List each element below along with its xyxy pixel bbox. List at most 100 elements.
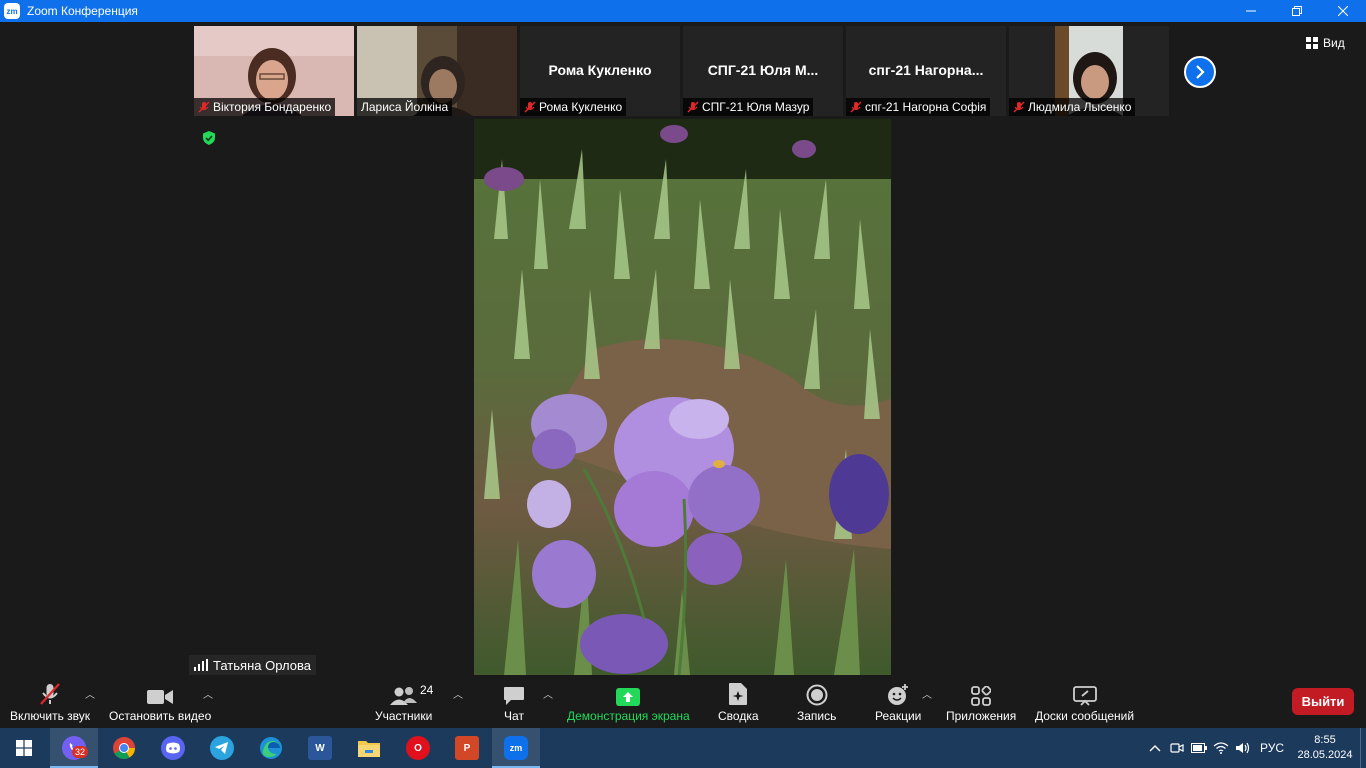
participant-tile[interactable]: спг-21 Нагорна... спг-21 Нагорна Софія <box>846 26 1006 116</box>
participant-tile[interactable]: СПГ-21 Юля М... СПГ-21 Юля Мазур <box>683 26 843 116</box>
chat-label: Чат <box>504 709 524 723</box>
window-title: Zoom Конференция <box>27 4 138 18</box>
unmute-button[interactable]: Включить звук <box>10 678 90 728</box>
chat-button[interactable]: Чат <box>503 678 525 728</box>
restore-icon <box>1292 6 1302 16</box>
record-button[interactable]: Запись <box>797 678 836 728</box>
telegram-icon <box>210 736 234 760</box>
windows-logo-icon <box>16 740 32 756</box>
record-label: Запись <box>797 709 837 723</box>
smiley-plus-icon <box>888 684 909 705</box>
reactions-options-caret-icon[interactable]: ︿ <box>922 686 932 701</box>
apps-label: Приложения <box>946 709 1017 723</box>
clock[interactable]: 8:55 28.05.2024 <box>1290 733 1360 763</box>
summary-icon <box>729 683 748 705</box>
battery-icon <box>1191 743 1207 753</box>
participant-label: Людмила Лысенко <box>1009 98 1136 116</box>
participant-tile[interactable]: Лариса Йолкіна <box>357 26 517 116</box>
share-screen-button[interactable]: Демонстрация экрана <box>567 678 690 728</box>
participants-icon <box>389 687 417 705</box>
participant-display-name: спг-21 Нагорна... <box>868 62 984 78</box>
system-tray: РУС 8:55 28.05.2024 <box>1144 728 1366 768</box>
muted-mic-icon <box>1013 101 1025 113</box>
muted-mic-icon <box>850 101 862 113</box>
taskbar-discord[interactable] <box>149 728 197 768</box>
speaker-icon <box>1236 742 1250 754</box>
leave-button[interactable]: Выйти <box>1292 688 1354 715</box>
participant-tile[interactable]: Людмила Лысенко <box>1009 26 1169 116</box>
audio-options-caret-icon[interactable]: ︿ <box>85 686 95 701</box>
record-icon <box>806 684 828 706</box>
reactions-button[interactable]: Реакции <box>875 678 921 728</box>
participant-name: Людмила Лысенко <box>1028 100 1132 114</box>
participant-tile[interactable]: Рома Кукленко Рома Кукленко <box>520 26 680 116</box>
taskbar-opera[interactable]: O <box>394 728 442 768</box>
folder-icon <box>358 741 380 757</box>
chat-options-caret-icon[interactable]: ︿ <box>543 686 553 701</box>
meeting-toolbar: Включить звук ︿ Остановить видео ︿ Участ… <box>0 678 1366 728</box>
grid-view-icon <box>1306 37 1318 49</box>
minimize-icon <box>1246 10 1256 12</box>
participant-label: СПГ-21 Юля Мазур <box>683 98 814 116</box>
muted-mic-icon <box>198 101 210 113</box>
chat-bubble-icon <box>504 687 524 705</box>
taskbar-chrome[interactable] <box>100 728 148 768</box>
apps-icon <box>971 686 992 706</box>
taskbar-telegram[interactable] <box>198 728 246 768</box>
show-hidden-icons-button[interactable] <box>1144 728 1166 768</box>
restore-button[interactable] <box>1274 0 1320 22</box>
participant-label: Віктория Бондаренко <box>194 98 336 116</box>
participant-strip: Віктория Бондаренко Лариса Йолкіна Рома … <box>194 26 1169 116</box>
network-button[interactable] <box>1210 728 1232 768</box>
taskbar-zoom[interactable]: zm <box>492 728 540 768</box>
view-button[interactable]: Вид <box>1306 34 1345 52</box>
participant-label: Рома Кукленко <box>520 98 627 116</box>
show-desktop-button[interactable] <box>1360 728 1366 768</box>
word-icon: W <box>308 736 332 760</box>
language-indicator[interactable]: РУС <box>1254 728 1290 768</box>
stop-video-button[interactable]: Остановить видео <box>109 678 211 728</box>
camera-tray-icon <box>1170 743 1184 753</box>
opera-icon: O <box>406 736 430 760</box>
taskbar-powerpoint[interactable]: P <box>443 728 491 768</box>
taskbar-edge[interactable] <box>247 728 295 768</box>
taskbar-file-explorer[interactable] <box>345 728 393 768</box>
share-screen-icon <box>616 688 641 706</box>
muted-mic-icon <box>40 683 60 705</box>
whiteboard-icon <box>1072 686 1097 706</box>
start-button[interactable] <box>0 728 48 768</box>
summary-label: Сводка <box>718 709 759 723</box>
apps-button[interactable]: Приложения <box>946 678 1016 728</box>
unmute-label: Включить звук <box>10 709 91 723</box>
encryption-shield-icon[interactable] <box>202 131 216 145</box>
signal-bars-icon <box>194 659 208 671</box>
muted-mic-icon <box>687 101 699 113</box>
zoom-logo-icon: zm <box>4 3 20 19</box>
participant-name: Рома Кукленко <box>539 100 623 114</box>
taskbar-word[interactable]: W <box>296 728 344 768</box>
participant-label: спг-21 Нагорна Софія <box>846 98 991 116</box>
viber-badge: 32 <box>72 746 89 758</box>
close-icon <box>1338 6 1348 16</box>
next-page-button[interactable] <box>1184 56 1216 88</box>
chrome-icon <box>113 737 135 759</box>
participant-name: Віктория Бондаренко <box>213 100 332 114</box>
participant-tile[interactable]: Віктория Бондаренко <box>194 26 354 116</box>
edge-icon <box>260 737 282 759</box>
participant-display-name: Рома Кукленко <box>548 62 652 78</box>
video-options-caret-icon[interactable]: ︿ <box>203 686 213 701</box>
minimize-button[interactable] <box>1228 0 1274 22</box>
participants-options-caret-icon[interactable]: ︿ <box>453 686 463 701</box>
meet-now-button[interactable] <box>1166 728 1188 768</box>
active-speaker-name: Татьяна Орлова <box>213 657 311 673</box>
close-button[interactable] <box>1320 0 1366 22</box>
share-screen-label: Демонстрация экрана <box>567 709 690 723</box>
muted-mic-icon <box>524 101 536 113</box>
summary-button[interactable]: Сводка <box>718 678 759 728</box>
volume-button[interactable] <box>1232 728 1254 768</box>
whiteboards-button[interactable]: Доски сообщений <box>1035 678 1134 728</box>
main-video <box>474 119 891 675</box>
title-bar: zm Zoom Конференция <box>0 0 1366 22</box>
battery-button[interactable] <box>1188 728 1210 768</box>
zoom-icon: zm <box>504 736 528 760</box>
